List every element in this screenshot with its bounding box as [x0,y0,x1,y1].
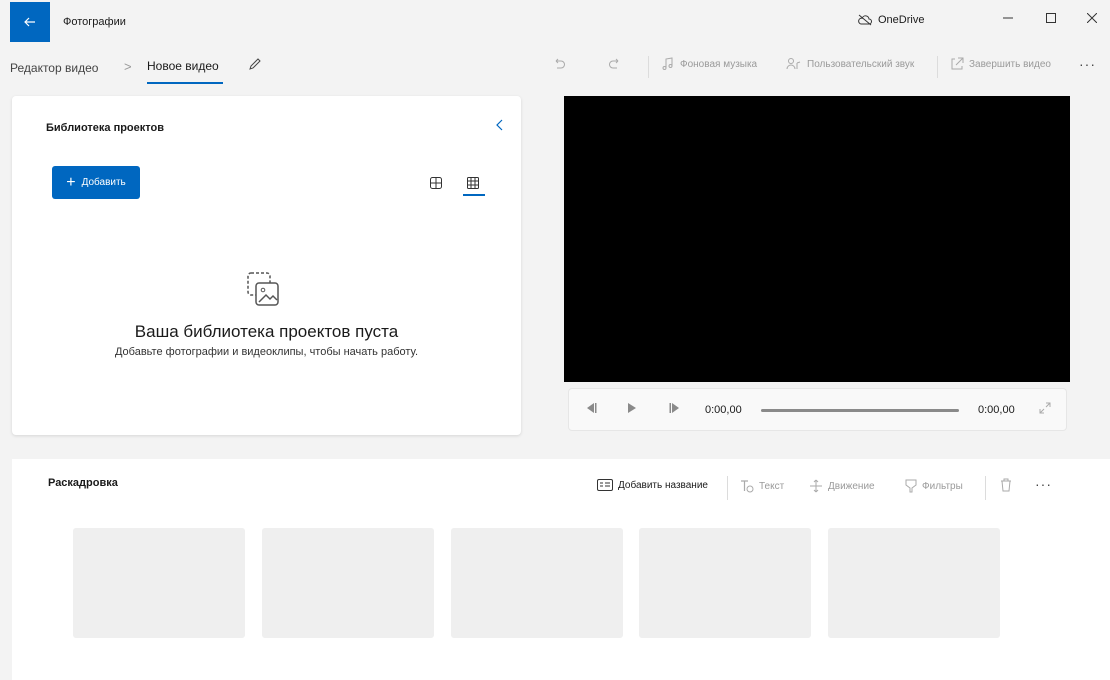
finish-video-label: Завершить видео [969,58,1051,70]
filters-label: Фильтры [922,480,963,492]
custom-audio-button[interactable]: Пользовательский звук [786,57,914,71]
motion-label: Движение [828,480,875,492]
custom-audio-label: Пользовательский звук [807,58,915,70]
text-label: Текст [759,480,785,492]
step-forward-icon [669,403,679,413]
toolbar-divider [937,56,938,78]
expand-icon [1039,402,1051,414]
step-back-icon [587,403,597,413]
finish-video-button[interactable]: Завершить видео [950,57,1051,71]
custom-audio-icon [786,58,801,70]
close-button[interactable] [1077,6,1107,30]
undo-icon [555,58,565,69]
plus-icon: + [66,173,76,191]
maximize-icon [1046,13,1056,23]
add-title-card-button[interactable]: Добавить название [597,479,708,491]
toolbar-divider [648,56,649,78]
redo-icon [609,58,619,69]
breadcrumb-underline [147,82,223,84]
empty-library-title: Ваша библиотека проектов пуста [134,322,399,341]
title-card-icon [597,479,613,491]
total-time: 0:00,00 [978,404,1015,416]
cloud-off-icon [858,14,872,26]
add-title-card-label: Добавить название [618,479,708,491]
storyboard-slot [262,528,434,638]
view-small-grid-button[interactable] [467,176,479,194]
storyboard-divider [985,476,986,500]
previous-frame-button[interactable] [585,403,597,416]
filter-icon [905,479,917,493]
breadcrumb-video-editor[interactable]: Редактор видео [10,61,98,75]
storyboard-more-button[interactable]: ··· [1035,476,1052,492]
play-icon [628,403,636,413]
storyboard-slot [73,528,245,638]
library-title: Библиотека проектов [46,122,164,134]
redo-button[interactable] [608,58,622,72]
next-frame-button[interactable] [669,403,681,416]
grid-small-icon [467,177,479,189]
text-button[interactable]: Текст [740,479,784,493]
breadcrumb-separator: > [124,59,132,74]
view-large-grid-button[interactable] [430,176,442,194]
photos-empty-icon [246,271,282,314]
trash-icon [1001,478,1011,492]
onedrive-button[interactable]: OneDrive [858,14,924,26]
text-icon [741,480,754,493]
filters-button[interactable]: Фильтры [905,479,963,493]
add-media-label: Добавить [81,177,126,188]
motion-icon [810,479,822,493]
storyboard-slot [828,528,1000,638]
toolbar: Редактор видео > Новое видео Фоновая муз… [0,42,1110,92]
chevron-left-icon [496,119,503,131]
maximize-button[interactable] [1036,6,1066,30]
current-time: 0:00,00 [705,404,742,416]
storyboard-slot [639,528,811,638]
collapse-panel-button[interactable] [496,118,504,134]
view-selected-indicator [463,194,485,196]
empty-library-subtitle: Добавьте фотографии и видеоклипы, чтобы … [114,346,418,358]
title-bar: Фотографии OneDrive [0,0,1110,42]
background-music-label: Фоновая музыка [680,58,758,70]
fullscreen-button[interactable] [1039,402,1051,417]
motion-button[interactable]: Движение [809,479,875,493]
storyboard-title: Раскадровка [48,477,118,489]
video-preview [564,96,1070,382]
onedrive-label: OneDrive [878,14,925,26]
more-options-button[interactable]: ··· [1079,56,1096,72]
grid-large-icon [430,177,442,189]
player-controls: 0:00,00 0:00,00 [568,388,1067,431]
breadcrumb-current-project: Новое видео [147,59,219,73]
background-music-button[interactable]: Фоновая музыка [661,57,757,71]
back-arrow-icon [24,17,35,27]
seek-bar[interactable] [761,409,959,412]
play-button[interactable] [627,403,637,416]
close-icon [1087,13,1097,23]
app-title: Фотографии [63,16,126,28]
minimize-button[interactable] [993,6,1023,30]
add-media-button[interactable]: + Добавить [52,166,140,199]
storyboard-panel: Раскадровка Добавить название Текст Движ… [12,459,1110,680]
project-library-panel: Библиотека проектов + Добавить Ваша библ… [12,96,521,435]
storyboard-divider [727,476,728,500]
delete-button[interactable] [1000,478,1012,497]
export-icon [951,57,964,70]
storyboard-slot [451,528,623,638]
back-button[interactable] [10,2,50,42]
pencil-icon [249,58,261,70]
music-note-icon [662,57,673,70]
minimize-icon [1003,17,1013,19]
undo-button[interactable] [552,58,566,72]
rename-button[interactable] [248,57,262,76]
